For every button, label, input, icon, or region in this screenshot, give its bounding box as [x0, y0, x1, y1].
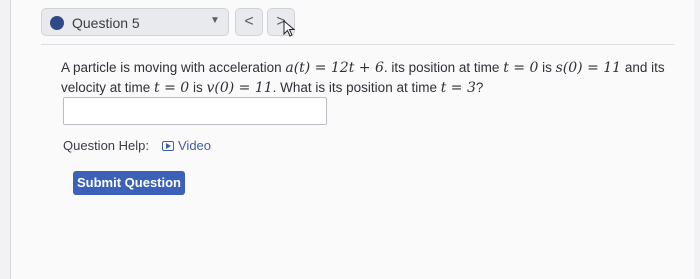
header-divider [41, 44, 674, 45]
question-card: Question 5 ▼ < > A particle is moving wi… [10, 0, 694, 279]
page-background: Question 5 ▼ < > A particle is moving wi… [0, 0, 700, 279]
answer-input[interactable] [63, 97, 327, 125]
problem-math: s(0) = 11 [555, 60, 622, 76]
problem-math: t = 3 [440, 80, 476, 96]
problem-text: is [189, 80, 207, 95]
previous-question-button[interactable]: < [235, 8, 263, 36]
problem-math: v(0) = 11 [206, 80, 273, 96]
mouse-cursor-icon [283, 20, 296, 37]
video-help-link[interactable]: Video [162, 138, 211, 153]
problem-text: . What is its position at time [272, 80, 441, 95]
problem-text: . its position at time [383, 60, 504, 75]
problem-statement: A particle is moving with acceleration a… [61, 58, 681, 98]
problem-math: t = 0 [154, 80, 190, 96]
problem-math: a(t) = 12t + 6 [285, 60, 384, 76]
submit-question-button[interactable]: Submit Question [73, 171, 185, 195]
problem-text: ? [475, 80, 484, 95]
problem-text: A particle is moving with acceleration [61, 60, 286, 75]
caret-down-icon: ▼ [210, 15, 220, 26]
video-label: Video [178, 138, 212, 153]
question-selector[interactable]: Question 5 ▼ [41, 8, 229, 36]
question-help-label: Question Help: [63, 138, 149, 153]
video-play-icon [162, 141, 174, 151]
question-label: Question 5 [72, 15, 140, 31]
problem-text: is [538, 60, 556, 75]
problem-math: t = 0 [503, 60, 539, 76]
status-dot-icon [50, 16, 64, 30]
